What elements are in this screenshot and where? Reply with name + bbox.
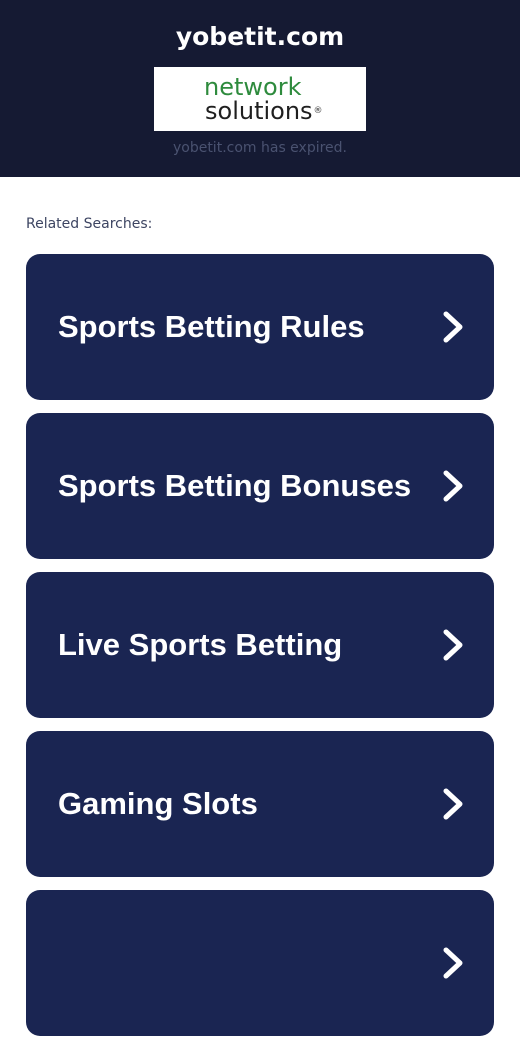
logo-text-solutions: solutions® [205, 99, 323, 123]
related-search-link[interactable]: Live Sports Betting [26, 572, 494, 718]
network-solutions-logo[interactable]: network solutions® [154, 67, 366, 131]
page-header: yobetit.com network solutions® yobetit.c… [0, 0, 520, 177]
related-searches-list: Sports Betting Rules Sports Betting Bonu… [26, 254, 494, 1049]
related-search-label: Sports Betting Rules [58, 309, 365, 344]
related-search-label: Gaming Slots [58, 786, 258, 821]
registered-mark: ® [313, 106, 323, 116]
related-searches-label: Related Searches: [26, 216, 153, 232]
expired-message: yobetit.com has expired. [172, 140, 348, 156]
chevron-right-icon [443, 311, 463, 343]
related-search-link[interactable] [26, 890, 494, 1036]
chevron-right-icon [443, 470, 463, 502]
related-search-label: Sports Betting Bonuses [58, 468, 412, 503]
chevron-right-icon [443, 788, 463, 820]
logo-text-network: network [204, 73, 302, 101]
chevron-right-icon [443, 947, 463, 979]
logo-text-solutions-word: solutions [205, 97, 313, 125]
site-title: yobetit.com [175, 22, 345, 51]
related-search-link[interactable]: Gaming Slots [26, 731, 494, 877]
related-search-link[interactable]: Sports Betting Bonuses [26, 413, 494, 559]
chevron-right-icon [443, 629, 463, 661]
related-search-label: Live Sports Betting [58, 627, 343, 662]
related-search-link[interactable]: Sports Betting Rules [26, 254, 494, 400]
